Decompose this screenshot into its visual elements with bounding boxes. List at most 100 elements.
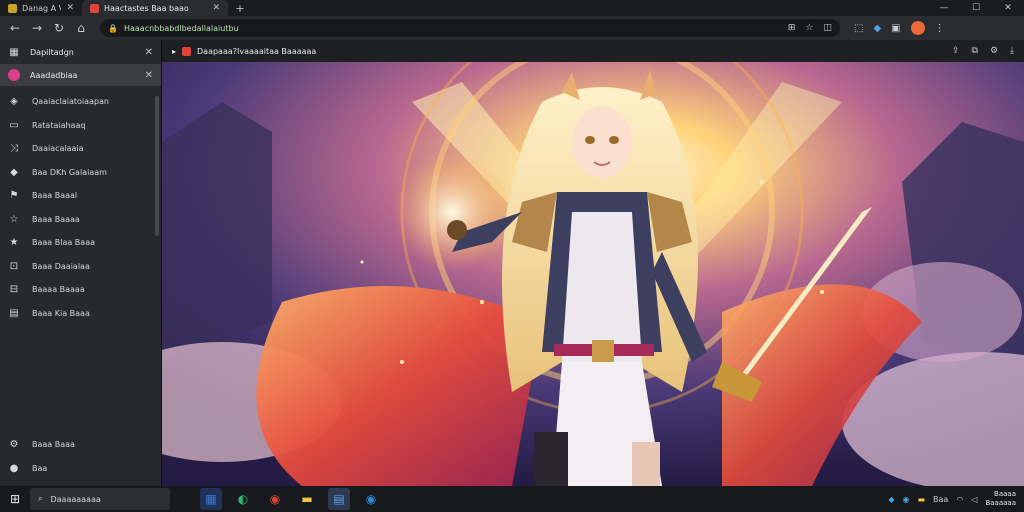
tab-inactive[interactable]: Danag A Vaom ✕	[0, 0, 82, 16]
lock-icon: ⊟	[9, 284, 19, 296]
puzzle-icon[interactable]: ⬚	[854, 23, 863, 34]
copy-icon[interactable]: ⧉	[972, 46, 978, 56]
bag-icon: ▤	[9, 307, 19, 319]
sidebar-item[interactable]: ★ Baaa Blaa Baaa	[0, 231, 161, 255]
search-icon: ⌕	[38, 494, 43, 503]
settings-icon[interactable]: ⚙	[990, 46, 998, 56]
omnibox-actions: ⊞ ☆ ◫	[788, 23, 832, 33]
taskbar: ⊞ ⌕ Daaaaaaaaa ▦ ◐ ◉ ▬ ▤ ◉ ◆ ◉ ▬ Baa ◠ ◁…	[0, 486, 1024, 512]
sidebar-item-label: Ratataiahaaq	[32, 120, 86, 130]
extension-icon[interactable]: ◫	[823, 23, 832, 33]
folder-icon[interactable]: ▬	[296, 488, 318, 510]
fantasy-artwork-image	[102, 10, 1024, 492]
folder-icon[interactable]: ▬	[917, 495, 925, 504]
sidebar-item-selected[interactable]: Aaadadbiaa ✕	[0, 64, 161, 86]
sidebar-item-label: Baaa Baaal	[32, 191, 78, 201]
page-favicon	[182, 46, 192, 56]
sidebar-toggle-icon[interactable]: ▣	[891, 23, 900, 34]
main-content: ▸ Daapaaa?Ivaaaaitaa Baaaaaa ⇪ ⧉ ⚙ ⤓	[102, 10, 1024, 492]
share-icon[interactable]: ⇪	[952, 46, 960, 56]
network-icon[interactable]: ◆	[888, 495, 894, 504]
sidebar-item-label: Baaa Baaaa	[32, 214, 80, 224]
shuffle-icon: ⤨	[10, 143, 18, 155]
sidebar-item[interactable]: ⤨ Daaiacaiaaia	[0, 137, 161, 161]
taskbar-apps: ▦ ◐ ◉ ▬ ▤ ◉	[200, 488, 382, 510]
bookmark-star-icon[interactable]: ☆	[805, 23, 813, 33]
gamepad-icon: ⊡	[9, 260, 19, 272]
sidebar-item[interactable]: ⚙ Baaa Baaa	[0, 433, 161, 457]
translate-icon[interactable]: ⊞	[788, 23, 796, 33]
tab-favicon	[8, 3, 17, 13]
app-icon	[8, 69, 20, 81]
sidebar-item[interactable]: ⊟ Baaaa Baaaa	[0, 278, 161, 302]
media-icon[interactable]: ◉	[264, 488, 286, 510]
sidebar-item-label: Baaa Baaa	[32, 440, 75, 450]
download-icon[interactable]: ⤓	[1010, 46, 1014, 56]
bluetooth-icon[interactable]: ◉	[902, 495, 909, 504]
sidebar-item[interactable]: ⚑ Baaa Baaal	[0, 184, 161, 208]
sidebar-item[interactable]: ⊡ Baaa Daaialaa	[0, 255, 161, 279]
sidebar-item[interactable]: ▤ Baaa Kia Baaa	[0, 302, 161, 326]
sidebar-item-label: Baaa Blaa Baaa	[32, 238, 95, 248]
cube-icon: ◈	[10, 96, 18, 108]
chat-icon: ▭	[9, 119, 19, 131]
lock-icon[interactable]: 🔒	[108, 24, 118, 33]
sidebar-item[interactable]: ▭ Ratataiahaaq	[0, 114, 161, 138]
close-window-button[interactable]: ✕	[992, 0, 1024, 16]
tab-title: Haactastes Baa baao	[104, 3, 189, 13]
sidebar-item[interactable]: ◆ Baa DKh Galaiaam	[0, 161, 161, 185]
forward-icon[interactable]: →	[26, 21, 48, 35]
content-tools: ⇪ ⧉ ⚙ ⤓	[952, 46, 1014, 56]
close-icon[interactable]: ✕	[66, 3, 74, 13]
maximize-button[interactable]: ☐	[960, 0, 992, 16]
sidebar-header: ▦ Dapiltadgn ✕	[0, 40, 161, 64]
sidebar-item[interactable]: ● Baa	[0, 457, 161, 481]
browser-icon[interactable]: ◉	[360, 488, 382, 510]
clock-date: Baaaaaa	[985, 499, 1016, 507]
desktop: Danag A Vaom ✕ Haactastes Baa baao ✕ + —…	[0, 0, 1024, 512]
person-icon: ●	[9, 462, 19, 474]
sidebar-footer: ⚙ Baaa Baaa ● Baa	[0, 433, 161, 480]
minimize-button[interactable]: —	[928, 0, 960, 16]
sidebar-item-label: Aaadadbiaa	[30, 70, 78, 80]
content-header: ▸ Daapaaa?Ivaaaaitaa Baaaaaa ⇪ ⧉ ⚙ ⤓	[162, 40, 1024, 62]
sidebar-scrollbar[interactable]	[155, 96, 159, 236]
address-bar[interactable]: 🔒 Haaacnbbabdlbedallalaiutbu ⊞ ☆ ◫	[100, 19, 840, 37]
close-icon[interactable]: ✕	[145, 70, 153, 81]
sidebar-item[interactable]: ◈ Qaaiaclaiatoiaapan	[0, 90, 161, 114]
volume-icon[interactable]: ◁	[971, 495, 977, 504]
star-outline-icon: ☆	[9, 213, 19, 225]
sidebar-item-label: Baaaa Baaaa	[32, 285, 85, 295]
tab-active[interactable]: Haactastes Baa baao ✕	[82, 0, 228, 16]
sidebar-item-label: Baaa Daaialaa	[32, 261, 90, 271]
search-text: Daaaaaaaaa	[50, 494, 101, 504]
sidebar-item[interactable]: ☆ Baaa Baaaa	[0, 208, 161, 232]
star-icon: ★	[9, 237, 19, 249]
clock[interactable]: Baaaa Baaaaaa	[985, 490, 1016, 508]
sidebar-item-label: Baa DKh Galaiaam	[32, 167, 107, 177]
home-icon[interactable]: ⌂	[70, 21, 92, 35]
store-icon[interactable]: ▦	[200, 488, 222, 510]
menu-icon[interactable]: ⋮	[935, 23, 945, 34]
new-tab-button[interactable]: +	[232, 2, 248, 15]
sidebar-item-label: Daaiacaiaaia	[32, 144, 84, 154]
close-icon[interactable]: ✕	[145, 47, 153, 58]
windows-start-icon[interactable]: ⊞	[0, 492, 30, 506]
reload-icon[interactable]: ↻	[48, 21, 70, 35]
download-icon[interactable]: ◆	[873, 23, 881, 34]
wifi-icon[interactable]: ◠	[956, 495, 963, 504]
edge-icon[interactable]: ◐	[232, 488, 254, 510]
extensions-area: ⬚ ◆ ▣ ⋮	[854, 21, 945, 35]
sidebar-item-label: Baaa Kia Baaa	[32, 308, 90, 318]
tab-strip: Danag A Vaom ✕ Haactastes Baa baao ✕ + —…	[0, 0, 1024, 16]
close-icon[interactable]: ✕	[212, 3, 220, 13]
taskbar-search[interactable]: ⌕ Daaaaaaaaa	[30, 488, 170, 510]
notepad-icon[interactable]: ▤	[328, 488, 350, 510]
back-icon[interactable]: ←	[4, 21, 26, 35]
profile-avatar[interactable]	[910, 21, 925, 35]
play-icon[interactable]: ▸	[172, 47, 176, 56]
bookmarks-icon: ▦	[9, 46, 19, 58]
page-title: Daapaaa?Ivaaaaitaa Baaaaaa	[197, 46, 317, 56]
url-text: Haaacnbbabdlbedallalaiutbu	[123, 23, 239, 33]
flag-icon: ⚑	[9, 190, 19, 202]
